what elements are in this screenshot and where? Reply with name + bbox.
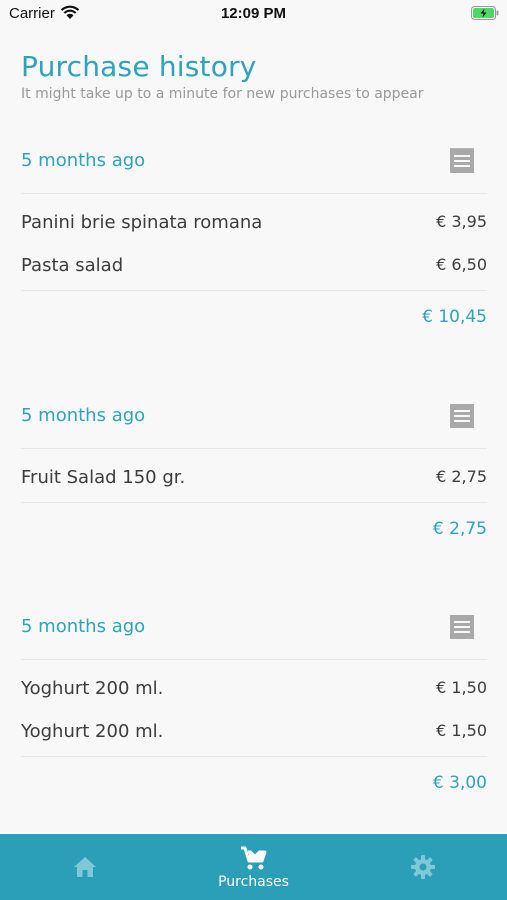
item-name: Pasta salad (21, 255, 124, 276)
purchase-header: 5 months ago (21, 594, 487, 660)
purchase-date: 5 months ago (21, 616, 146, 637)
purchase-total-row: € 2,75 (21, 503, 487, 555)
purchase-items: Fruit Salad 150 gr. € 2,75 (21, 449, 487, 503)
list-item: Pasta salad € 6,50 (21, 243, 487, 286)
page-subtitle: It might take up to a minute for new pur… (21, 86, 424, 102)
purchase-total: € 3,00 (432, 773, 487, 793)
purchase-date: 5 months ago (21, 405, 146, 426)
purchase-items: Panini brie spinata romana € 3,95 Pasta … (21, 194, 487, 291)
battery-icon (471, 6, 499, 25)
item-name: Yoghurt 200 ml. (21, 678, 164, 699)
list-item: Yoghurt 200 ml. € 1,50 (21, 709, 487, 752)
purchase-card: 5 months ago Fruit Salad 150 gr. € 2,75 … (21, 383, 487, 555)
gear-icon (410, 855, 435, 879)
item-name: Fruit Salad 150 gr. (21, 467, 186, 488)
purchase-header: 5 months ago (21, 128, 487, 194)
purchase-items: Yoghurt 200 ml. € 1,50 Yoghurt 200 ml. €… (21, 660, 487, 757)
list-item: Fruit Salad 150 gr. € 2,75 (21, 455, 487, 498)
tab-settings[interactable] (338, 834, 507, 900)
item-name: Panini brie spinata romana (21, 212, 263, 233)
tab-bar: Purchases (0, 834, 507, 900)
tab-purchases[interactable]: Purchases (169, 834, 338, 900)
purchase-card: 5 months ago Yoghurt 200 ml. € 1,50 Yogh… (21, 594, 487, 809)
item-price: € 2,75 (436, 467, 487, 486)
tab-home[interactable] (0, 834, 169, 900)
purchase-total: € 10,45 (422, 307, 487, 327)
purchase-total-row: € 10,45 (21, 291, 487, 343)
receipt-icon[interactable] (449, 403, 475, 433)
item-price: € 6,50 (436, 255, 487, 274)
item-name: Yoghurt 200 ml. (21, 721, 164, 742)
tab-purchases-label: Purchases (218, 874, 289, 890)
page-title: Purchase history (21, 50, 257, 83)
receipt-icon[interactable] (449, 614, 475, 644)
purchase-total-row: € 3,00 (21, 757, 487, 809)
item-price: € 1,50 (436, 721, 487, 740)
cart-icon (240, 846, 266, 870)
home-icon (73, 857, 96, 877)
purchase-date: 5 months ago (21, 150, 146, 171)
status-bar: Carrier 12:09 PM (0, 0, 507, 28)
purchase-card: 5 months ago Panini brie spinata romana … (21, 128, 487, 343)
page-header: Purchase history It might take up to a m… (21, 50, 491, 102)
list-item: Panini brie spinata romana € 3,95 (21, 200, 487, 243)
list-item: Yoghurt 200 ml. € 1,50 (21, 666, 487, 709)
item-price: € 1,50 (436, 678, 487, 697)
receipt-icon[interactable] (449, 147, 475, 178)
item-price: € 3,95 (436, 212, 487, 231)
status-clock: 12:09 PM (220, 5, 287, 22)
purchase-header: 5 months ago (21, 383, 487, 449)
purchase-total: € 2,75 (432, 519, 487, 539)
